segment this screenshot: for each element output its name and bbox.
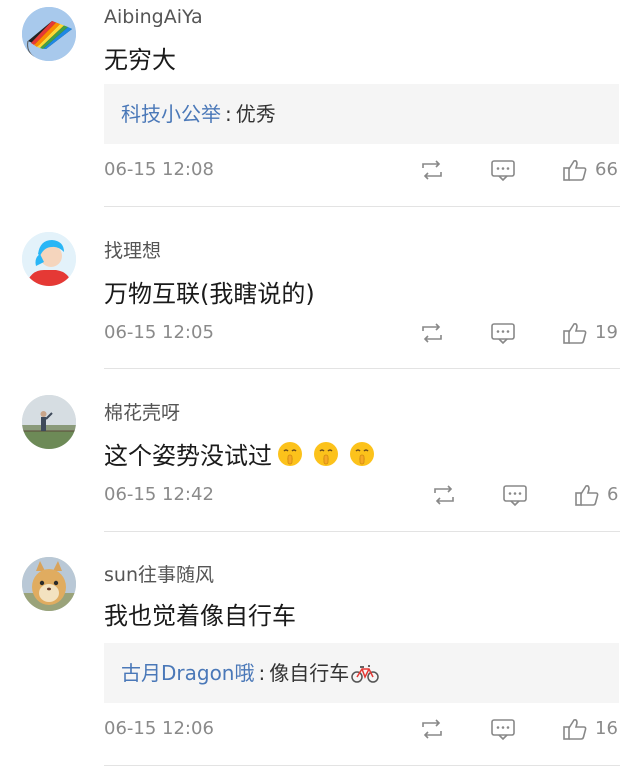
bicycle-emoji-icon	[351, 665, 379, 683]
repost-icon[interactable]	[419, 717, 445, 741]
reply-username[interactable]: 古月Dragon哦	[121, 661, 255, 685]
reply-box[interactable]: 古月Dragon哦: 像自行车	[104, 643, 619, 703]
username[interactable]: sun往事随风	[104, 560, 214, 587]
comment-icon[interactable]	[490, 717, 516, 741]
reply-separator: :	[258, 661, 266, 685]
like-count: 16	[595, 718, 618, 739]
avatar[interactable]	[22, 557, 76, 611]
timestamp: 06-15 12:06	[104, 718, 214, 739]
reply-text: 像自行车	[269, 661, 350, 685]
comment-item: sun往事随风 我也觉着像自行车 古月Dragon哦: 像自行车 06-15 12…	[0, 0, 640, 769]
like-icon[interactable]	[562, 717, 588, 741]
divider	[104, 765, 620, 766]
comment-text: 我也觉着像自行车	[104, 602, 296, 630]
cat-photo-icon	[22, 557, 76, 611]
comment-meta: 06-15 12:06 16	[104, 714, 620, 744]
